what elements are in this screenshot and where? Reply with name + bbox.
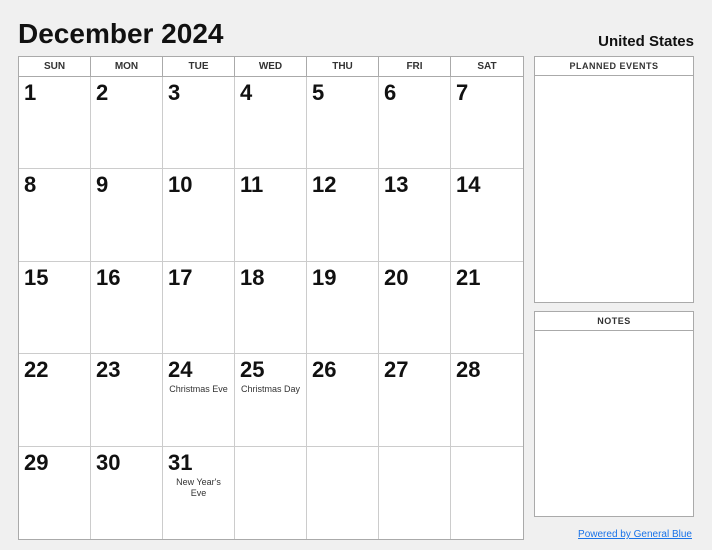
footer: Powered by General Blue bbox=[534, 529, 694, 540]
calendar-grid: 1 2 3 4 5 6 7 8 9 10 11 12 13 14 15 16 1… bbox=[19, 77, 523, 539]
notes-title: NOTES bbox=[535, 312, 693, 331]
notes-box: NOTES bbox=[534, 311, 694, 517]
planned-events-content[interactable] bbox=[535, 76, 693, 302]
day-header-mon: MON bbox=[91, 57, 163, 76]
calendar-page: December 2024 United States SUN MON TUE … bbox=[0, 0, 712, 550]
calendar-day-15[interactable]: 15 bbox=[19, 262, 91, 354]
calendar-day-23[interactable]: 23 bbox=[91, 354, 163, 446]
day-header-fri: FRI bbox=[379, 57, 451, 76]
calendar-day-4[interactable]: 4 bbox=[235, 77, 307, 169]
calendar-day-19[interactable]: 19 bbox=[307, 262, 379, 354]
calendar-day-9[interactable]: 9 bbox=[91, 169, 163, 261]
main-content: SUN MON TUE WED THU FRI SAT 1 2 3 4 5 6 … bbox=[18, 56, 694, 540]
calendar-day-29[interactable]: 29 bbox=[19, 447, 91, 539]
calendar-day-20[interactable]: 20 bbox=[379, 262, 451, 354]
page-header: December 2024 United States bbox=[18, 18, 694, 50]
calendar-day-7[interactable]: 7 bbox=[451, 77, 523, 169]
calendar-day-10[interactable]: 10 bbox=[163, 169, 235, 261]
calendar-empty-2 bbox=[307, 447, 379, 539]
day-header-wed: WED bbox=[235, 57, 307, 76]
calendar-empty-1 bbox=[235, 447, 307, 539]
calendar-day-22[interactable]: 22 bbox=[19, 354, 91, 446]
calendar-day-1[interactable]: 1 bbox=[19, 77, 91, 169]
calendar-day-2[interactable]: 2 bbox=[91, 77, 163, 169]
calendar-day-17[interactable]: 17 bbox=[163, 262, 235, 354]
day-header-sun: SUN bbox=[19, 57, 91, 76]
calendar-day-14[interactable]: 14 bbox=[451, 169, 523, 261]
notes-content[interactable] bbox=[535, 331, 693, 516]
day-header-thu: THU bbox=[307, 57, 379, 76]
calendar-day-18[interactable]: 18 bbox=[235, 262, 307, 354]
month-year-title: December 2024 bbox=[18, 18, 223, 50]
calendar-day-26[interactable]: 26 bbox=[307, 354, 379, 446]
day-header-tue: TUE bbox=[163, 57, 235, 76]
calendar-day-21[interactable]: 21 bbox=[451, 262, 523, 354]
calendar-day-6[interactable]: 6 bbox=[379, 77, 451, 169]
calendar-day-13[interactable]: 13 bbox=[379, 169, 451, 261]
calendar-day-30[interactable]: 30 bbox=[91, 447, 163, 539]
calendar-empty-3 bbox=[379, 447, 451, 539]
powered-by-link[interactable]: Powered by General Blue bbox=[578, 529, 692, 540]
calendar-day-28[interactable]: 28 bbox=[451, 354, 523, 446]
calendar-day-16[interactable]: 16 bbox=[91, 262, 163, 354]
calendar-day-8[interactable]: 8 bbox=[19, 169, 91, 261]
day-header-sat: SAT bbox=[451, 57, 523, 76]
calendar-empty-4 bbox=[451, 447, 523, 539]
calendar-day-31[interactable]: 31New Year's Eve bbox=[163, 447, 235, 539]
calendar-day-11[interactable]: 11 bbox=[235, 169, 307, 261]
planned-events-box: PLANNED EVENTS bbox=[534, 56, 694, 303]
calendar-day-5[interactable]: 5 bbox=[307, 77, 379, 169]
calendar-day-27[interactable]: 27 bbox=[379, 354, 451, 446]
calendar-day-12[interactable]: 12 bbox=[307, 169, 379, 261]
sidebar: PLANNED EVENTS NOTES Powered by General … bbox=[534, 56, 694, 540]
day-headers-row: SUN MON TUE WED THU FRI SAT bbox=[19, 57, 523, 77]
planned-events-title: PLANNED EVENTS bbox=[535, 57, 693, 76]
calendar-day-24[interactable]: 24Christmas Eve bbox=[163, 354, 235, 446]
calendar-day-3[interactable]: 3 bbox=[163, 77, 235, 169]
country-label: United States bbox=[598, 33, 694, 50]
calendar-day-25[interactable]: 25Christmas Day bbox=[235, 354, 307, 446]
calendar-section: SUN MON TUE WED THU FRI SAT 1 2 3 4 5 6 … bbox=[18, 56, 524, 540]
